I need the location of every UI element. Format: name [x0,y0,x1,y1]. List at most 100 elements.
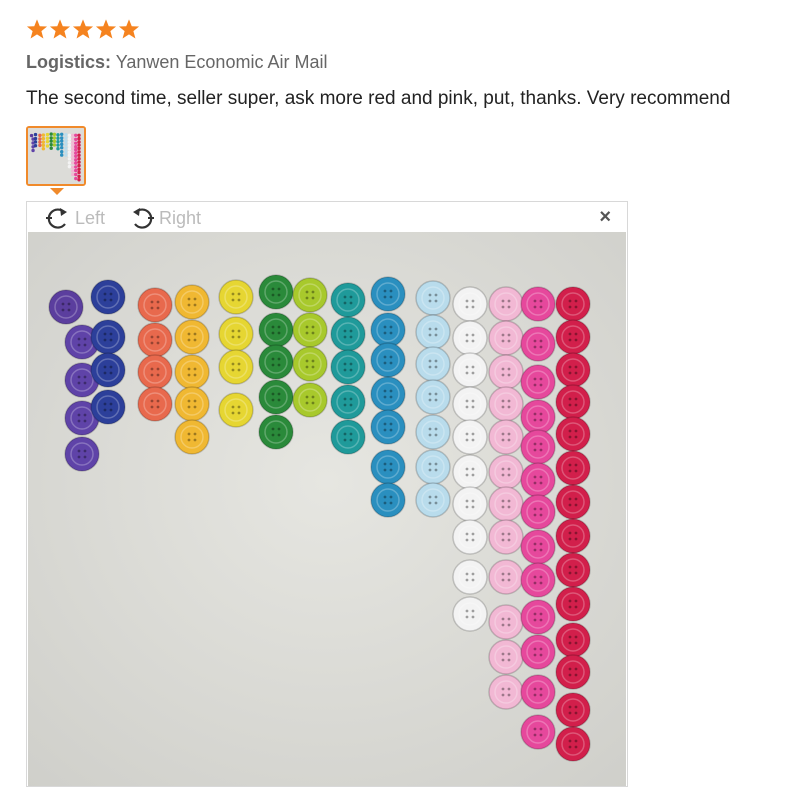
sewing-button [488,419,524,455]
thumbnail-pointer [50,188,64,195]
sewing-button [330,282,366,318]
sewing-button [488,286,524,322]
sewing-button [258,344,294,380]
review-photo [28,232,626,786]
sewing-button [520,674,556,710]
sewing-button [452,419,488,455]
sewing-button [520,326,556,362]
sewing-button [452,596,488,632]
sewing-button [415,482,451,518]
star-rating [26,18,140,40]
sewing-button [520,494,556,530]
sewing-button [488,674,524,710]
sewing-button [90,352,126,388]
sewing-button [370,276,406,312]
rotate-left-button[interactable]: Left [43,204,105,232]
star-icon [49,19,71,39]
sewing-button [488,320,524,356]
sewing-button [137,287,173,323]
viewer-toolbar: Left Right × [27,202,627,232]
sewing-button [370,409,406,445]
sewing-button [555,552,591,588]
sewing-button [555,384,591,420]
sewing-button [555,484,591,520]
sewing-button [137,354,173,390]
sewing-button [292,312,328,348]
sewing-button [258,274,294,310]
sewing-button [218,316,254,352]
sewing-button [520,462,556,498]
sewing-button [174,284,210,320]
sewing-button [330,419,366,455]
sewing-button [520,399,556,435]
sewing-button [520,714,556,750]
sewing-button [452,352,488,388]
rotate-left-label: Left [75,207,106,228]
sewing-button [488,386,524,422]
sewing-button [452,320,488,356]
sewing-button [330,349,366,385]
sewing-button [520,529,556,565]
sewing-button [555,319,591,355]
sewing-button [218,279,254,315]
close-button[interactable]: × [599,206,611,229]
sewing-button [292,382,328,418]
sewing-button [488,559,524,595]
sewing-button [452,286,488,322]
sewing-button [370,482,406,518]
sewing-button [90,319,126,355]
sewing-button [555,286,591,322]
logistics-info: Logistics: Yanwen Economic Air Mail [26,52,327,73]
sewing-button [370,312,406,348]
sewing-button [137,322,173,358]
image-viewer: Left Right × [26,201,628,787]
sewing-button [415,379,451,415]
sewing-button [174,354,210,390]
sewing-button [64,436,100,472]
sewing-button [90,279,126,315]
review-text: The second time, seller super, ask more … [26,88,731,109]
buttons-photo [28,232,626,786]
sewing-button [555,654,591,690]
sewing-button [520,364,556,400]
sewing-button [174,419,210,455]
sewing-button [258,312,294,348]
sewing-button [520,286,556,322]
sewing-button [174,386,210,422]
star-icon [72,19,94,39]
sewing-button [330,384,366,420]
thumbnail-image [28,128,84,184]
sewing-button [488,604,524,640]
star-icon [26,19,48,39]
rotate-right-button[interactable]: Right [127,204,201,232]
sewing-button [555,726,591,762]
sewing-button [520,599,556,635]
sewing-button [370,376,406,412]
sewing-button [218,392,254,428]
sewing-button [488,486,524,522]
sewing-button [555,586,591,622]
rotate-right-icon [133,208,154,229]
sewing-button [452,486,488,522]
sewing-button [292,346,328,382]
rotate-left-icon [46,208,67,229]
sewing-button [555,518,591,554]
sewing-button [48,289,84,325]
sewing-button [174,319,210,355]
sewing-button [520,562,556,598]
star-icon [95,19,117,39]
sewing-button [452,559,488,595]
sewing-button [555,450,591,486]
sewing-button [488,354,524,390]
sewing-button [555,622,591,658]
review-photo-thumbnail[interactable] [26,126,86,186]
sewing-button [452,386,488,422]
sewing-button [555,352,591,388]
sewing-button [258,414,294,450]
logistics-value: Yanwen Economic Air Mail [115,52,328,72]
sewing-button [330,316,366,352]
sewing-button [370,342,406,378]
sewing-button [415,346,451,382]
logistics-label: Logistics: [26,52,112,72]
sewing-button [415,280,451,316]
